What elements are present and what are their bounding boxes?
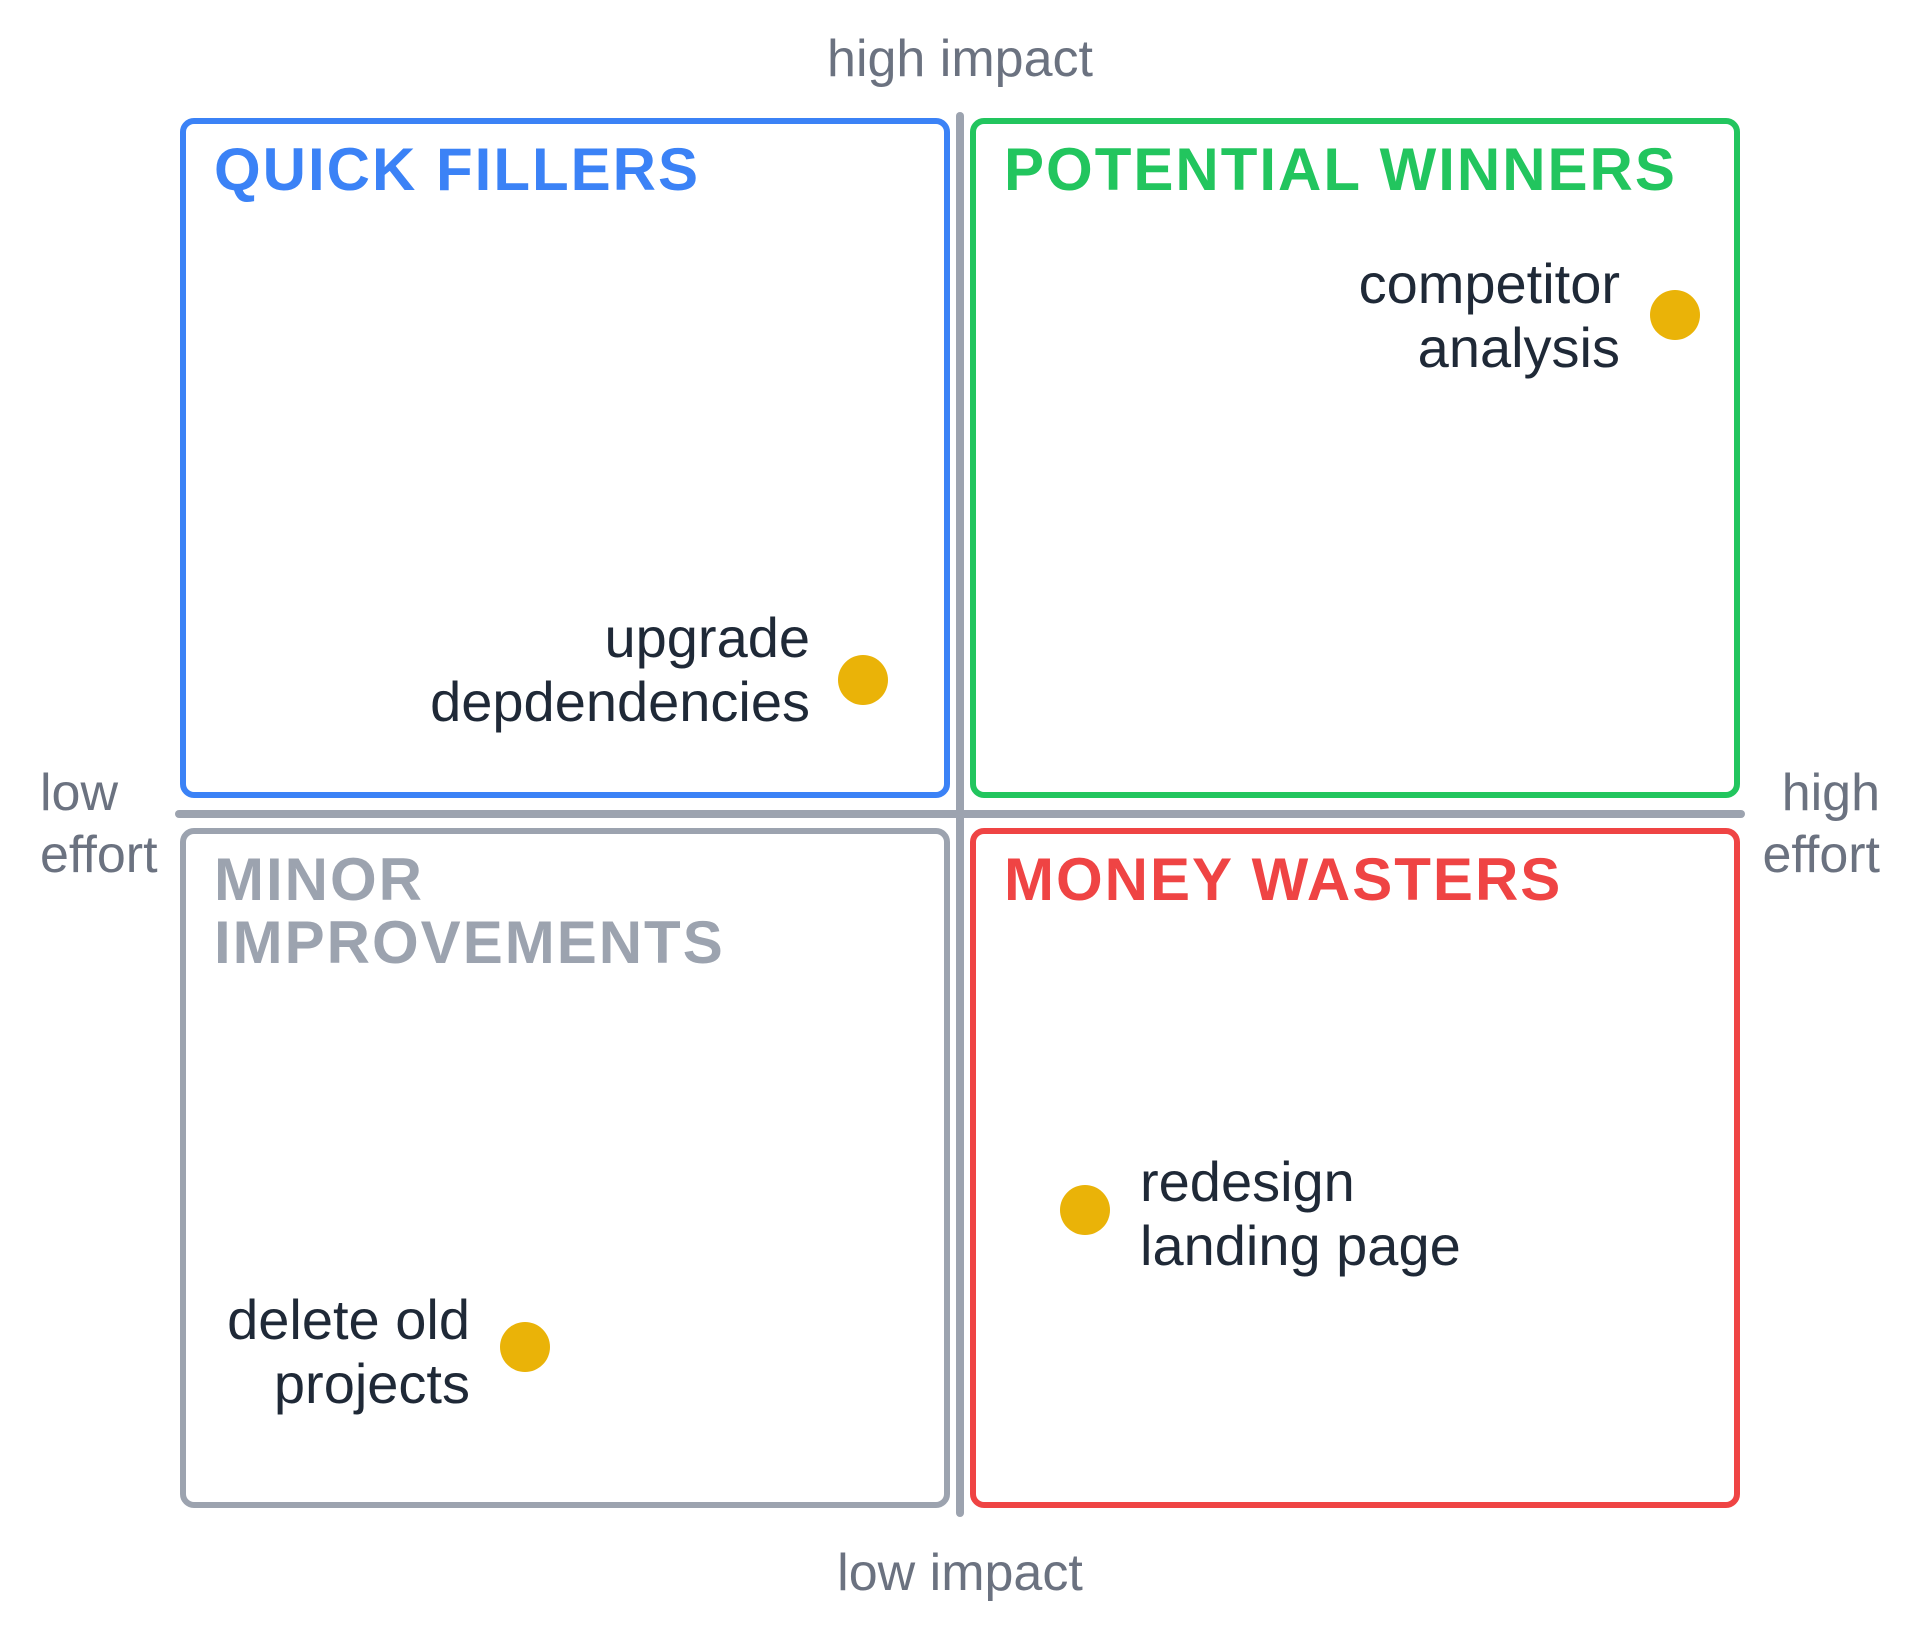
impact-effort-matrix: high impact low impact low effort high e… — [0, 0, 1920, 1632]
quadrant-title: MINOR IMPROVEMENTS — [214, 848, 916, 974]
dot-competitor-analysis — [1650, 290, 1700, 340]
item-label-upgrade-dependencies: upgrade depdendencies — [310, 606, 810, 735]
item-label-competitor-analysis: competitor analysis — [1020, 252, 1620, 381]
quadrant-title: MONEY WASTERS — [1004, 848, 1706, 911]
axis-label-bottom: low impact — [0, 1542, 1920, 1604]
item-label-redesign-landing: redesign landing page — [1140, 1150, 1461, 1279]
axis-label-top: high impact — [0, 28, 1920, 90]
quadrant-potential-winners: POTENTIAL WINNERS — [970, 118, 1740, 798]
quadrant-title: QUICK FILLERS — [214, 138, 916, 201]
quadrant-title: POTENTIAL WINNERS — [1004, 138, 1706, 201]
dot-redesign-landing — [1060, 1185, 1110, 1235]
item-label-delete-old-projects: delete old projects — [130, 1288, 470, 1417]
dot-upgrade-dependencies — [838, 655, 888, 705]
dot-delete-old-projects — [500, 1322, 550, 1372]
divider-horizontal — [175, 810, 1745, 818]
